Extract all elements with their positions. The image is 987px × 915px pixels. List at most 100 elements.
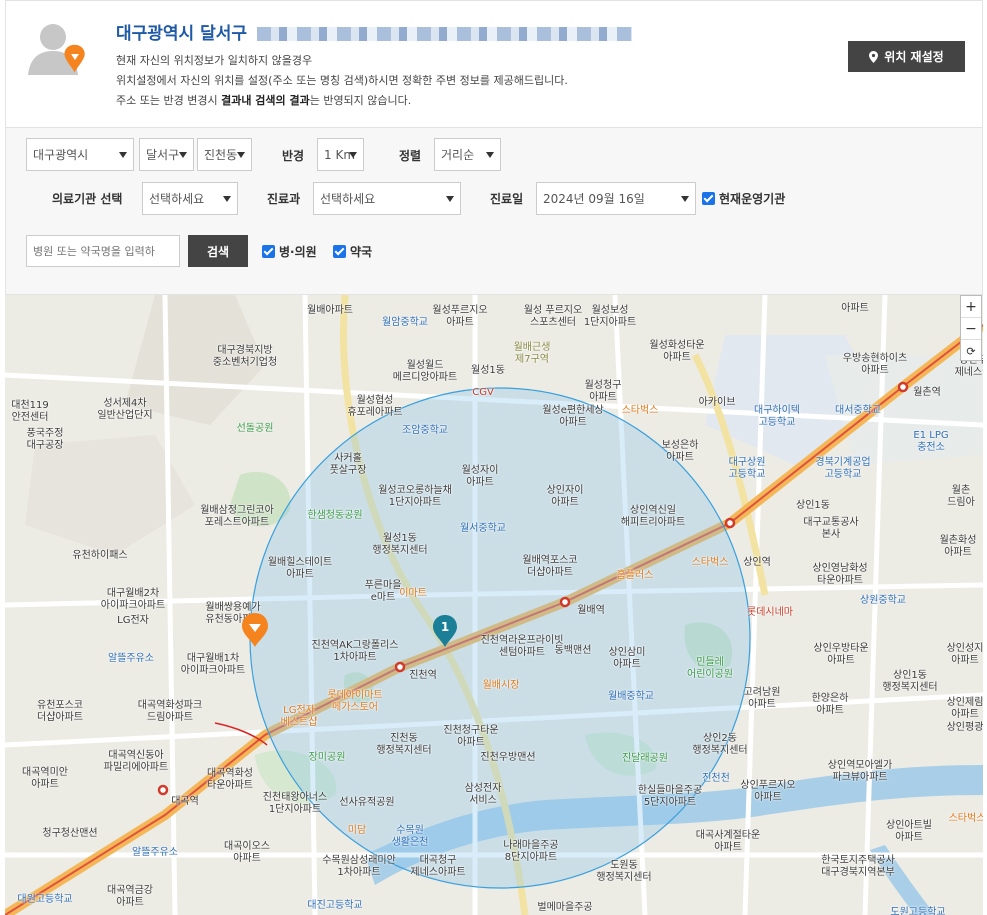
map-label: 장미공원 (308, 752, 346, 763)
map-label: 월성 푸르지오 스포츠센터 (523, 305, 583, 328)
map-label: 한양은하 아파트 (811, 693, 849, 716)
map-label: E1 LPG 충전소 (913, 430, 949, 453)
dong-select[interactable]: 진천동 (197, 138, 252, 171)
map-label: 대진고등학교 (307, 900, 363, 911)
map-area[interactable]: 월배아파트 월성푸르지오 아파트 월성 푸르지오 스포츠센터 월성보성 1단지아파트 아파트 대… (5, 295, 983, 915)
map-label: 성서제4차 일반산업단지 (97, 398, 153, 421)
map-label: 대구월배1차 아이파크아파트 (180, 653, 246, 676)
map-label: 대곡역신동아 파밀리에아파트 (103, 750, 169, 773)
map-label: 대곡역미안 아파트 (22, 767, 68, 790)
map-label: 월배중학교 (608, 691, 654, 702)
pharmacy-checkbox[interactable]: 약국 (333, 243, 372, 260)
open-now-checkbox[interactable]: 현재운영기관 (702, 190, 785, 207)
map-label: 미담 (347, 825, 367, 836)
institution-select[interactable]: 선택하세요 (142, 182, 238, 215)
map-refresh-icon[interactable]: ⟳ (961, 340, 981, 362)
map-label: 진천우방맨션 (480, 752, 536, 763)
map-label: LG전자 베스트샵 (280, 705, 318, 728)
map-label: 대서중학교 (835, 405, 881, 416)
map-label: 삼성전자 서비스 (464, 783, 502, 806)
map-label: 대곡역화성파크 드림아파트 (137, 700, 203, 723)
masked-address (257, 27, 633, 41)
map-label: 한샘청동공원 (307, 510, 363, 521)
location-pin-icon (869, 50, 879, 63)
map-label: 대곡청구 제네스아파트 (410, 855, 466, 878)
checkbox-checked-icon (333, 245, 346, 258)
map-label: 월성e편한세상 아파트 (542, 405, 604, 428)
map-label: 월성1동 (471, 365, 505, 376)
map-label: 월암중학교 (382, 317, 428, 328)
map-label: 벌메마을주공 (537, 902, 593, 913)
map-label: 유천하이패스 (72, 550, 128, 561)
map-label: 대천119 안전센터 (11, 400, 49, 423)
user-avatar-icon (28, 24, 85, 75)
search-button[interactable]: 검색 (188, 235, 248, 267)
map-label: 월배아파트 (307, 305, 353, 316)
map-label: 민들레 어린이공원 (687, 657, 733, 680)
map-label: 스타벅스 (691, 557, 729, 568)
department-select[interactable]: 선택하세요 (313, 182, 461, 215)
map-zoom-controls: + − ⟳ (960, 295, 982, 361)
map-label: 상인1동 행정복지센터 (882, 670, 938, 693)
map-label: 우방송현하이츠 아파트 (842, 353, 908, 376)
location-title: 대구광역시 달서구 (116, 19, 633, 44)
map-label: 월성월드 메르디앙아파트 (392, 360, 458, 383)
map-label: 대구하이텍 고등학교 (754, 405, 800, 428)
location-notice-line2: 위치설정에서 자신의 위치를 설정(주소 또는 명칭 검색)하시면 정확한 주변… (116, 74, 568, 87)
map-label: 상인성지 아파트 (946, 643, 983, 666)
map-label: 대곡역 (171, 796, 199, 807)
map-label: 수목원 생활은천 (391, 825, 429, 848)
map-label: 대구월배2차 아이파크아파트 (100, 588, 166, 611)
map-label: 상인우방타운 아파트 (813, 643, 869, 666)
map-label: 한국토지주택공사 대구경북지역본부 (821, 855, 895, 878)
map-label: 상인영남화성 타운아파트 (812, 563, 868, 586)
hospital-checkbox[interactable]: 병·의원 (262, 243, 317, 260)
map-label: 상인아트빌 아파트 (886, 820, 932, 843)
map-label: 상인제림 아파트 (946, 697, 983, 720)
map-label: 상인자이 아파트 (546, 485, 584, 508)
map-label: 롯데시네마 (747, 607, 793, 618)
map-label: 대원고등학교 (17, 894, 73, 905)
map-label: 상인1동 (796, 500, 830, 511)
map-label: CGV (472, 387, 494, 398)
map-label: 경북기계공업 고등학교 (815, 457, 871, 480)
map-label: 상인삼미 아파트 (608, 647, 646, 670)
map-label: 월배역포스코 더샵아파트 (522, 555, 578, 578)
map-label: 선사유적공원 (339, 797, 395, 808)
district-select[interactable]: 달서구 (139, 138, 194, 171)
map-label: 대곡이오스 아파트 (224, 841, 270, 864)
map-label: 상인푸르지오 아파트 (740, 780, 796, 803)
sort-select[interactable]: 거리순 (434, 138, 501, 171)
map-label: 상인평광 (946, 722, 983, 733)
map-label: 진천천 (702, 773, 730, 784)
map-label: 스타벅스 (948, 813, 983, 824)
checkbox-checked-icon (262, 245, 275, 258)
map-label: 아파트 (841, 303, 869, 314)
map-label: 월성자이 아파트 (461, 465, 499, 488)
checkbox-checked-icon (702, 192, 715, 205)
map-label: 대곡사계절타운 아파트 (695, 830, 761, 853)
map-label: 월서중학교 (460, 523, 506, 534)
map-label: 알뜰주유소 (132, 847, 178, 858)
map-label: 상인역 (743, 557, 771, 568)
result-marker-icon[interactable]: 1 (433, 615, 457, 647)
result-marker-number: 1 (441, 620, 449, 634)
map-label: 대곡역화성 타운아파트 (207, 768, 253, 791)
map-label: 나래마을주공 8단지아파트 (503, 840, 559, 863)
search-panel: 대구광역시 달서구 진천동 반경 1 Km 정렬 거리순 의료기관 선택 선택하… (5, 127, 983, 295)
search-input[interactable] (26, 235, 180, 267)
map-label: 상인역모아엘가 파크뷰아파트 (827, 760, 893, 783)
map-label: 상원중학교 (860, 595, 906, 606)
date-select[interactable]: 2024년 09월 16일 (536, 182, 696, 215)
location-reset-button[interactable]: 위치 재설정 (848, 41, 965, 72)
map-label: 월촌화성 아파트 (939, 535, 977, 558)
current-location-marker-icon[interactable] (242, 613, 268, 647)
map-label: 진천역라온프라이빗 센텀아파트 (480, 635, 564, 658)
map-label: 고려남원 아파트 (743, 687, 781, 710)
map-label: 진천청구타운 아파트 (443, 725, 499, 748)
city-select[interactable]: 대구광역시 (26, 138, 134, 171)
zoom-out-button[interactable]: − (961, 318, 981, 340)
map-label: 수목원삼성래미안 1차아파트 (322, 855, 396, 878)
zoom-in-button[interactable]: + (961, 296, 981, 318)
radius-select[interactable]: 1 Km (317, 138, 364, 171)
